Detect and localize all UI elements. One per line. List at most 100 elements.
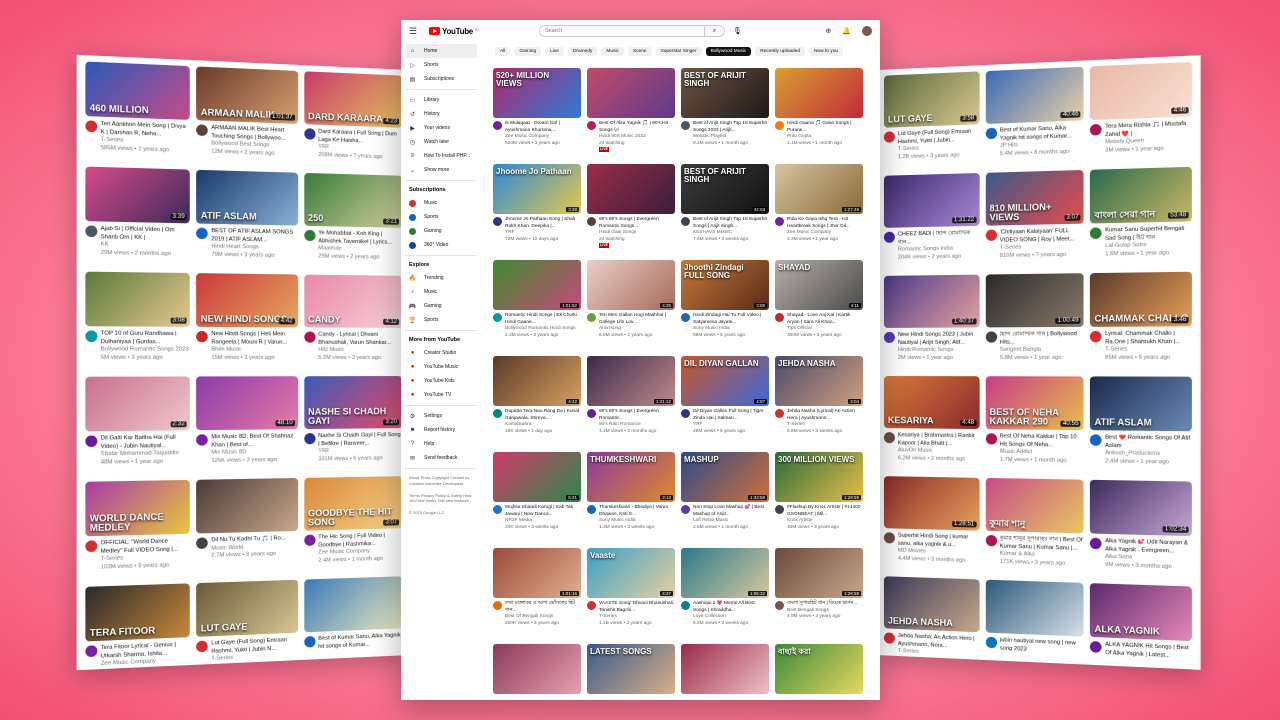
channel-avatar[interactable] [775, 313, 784, 322]
sidebar-item-help[interactable]: ? Help [405, 437, 477, 451]
video-title[interactable]: Best of Arijit Singh Top 10 Superhit Son… [693, 121, 769, 134]
channel-avatar[interactable] [587, 121, 596, 130]
channel-avatar[interactable] [493, 121, 502, 130]
channel-avatar[interactable] [493, 313, 502, 322]
video-card[interactable]: বাছাই করা [775, 644, 863, 700]
video-card[interactable] [681, 644, 769, 700]
channel-name[interactable]: Zee Music Company [505, 134, 581, 141]
video-title[interactable]: Best Of Alka Yagnik 🎵 | 90's Hit Songs 🎶 [599, 121, 675, 134]
video-card[interactable]: 4:42 Dupatta Tera Nau Rang Da | Kunal Gan… [493, 356, 581, 443]
channel-avatar[interactable] [493, 217, 502, 226]
video-card[interactable]: DIL DIYAN GALLAN 4:07 Dil Diyan Gallan Ful… [681, 356, 769, 443]
sidebar-item-trending[interactable]: 🔥 Trending [405, 271, 477, 285]
video-card[interactable]: 1:01:16 লতা মঙ্গেশকর ও আশা ভোঁসলের হিট গা… [493, 548, 581, 635]
avatar[interactable] [862, 26, 872, 36]
channel-name[interactable]: Lofi Relax Music [693, 518, 769, 525]
channel-avatar[interactable] [493, 409, 502, 418]
video-title[interactable]: Dil Diyan Gallan Full Song | Tiger Zinda… [693, 409, 769, 422]
video-thumbnail[interactable]: 1:01:52 [493, 260, 581, 310]
video-title[interactable]: Ik Mulaqaat - Dream Girl | Ayushmann Khu… [505, 121, 581, 134]
video-title[interactable]: Non Stop Love Mashup 💕 | Best Mashup of … [693, 505, 769, 518]
menu-icon[interactable]: ☰ [409, 26, 423, 37]
video-thumbnail[interactable]: 1:26:59 [775, 548, 863, 598]
chip-superstar-singer[interactable]: Superstar Singer [655, 46, 702, 56]
video-card[interactable]: 1:27:49 Rula Ke Gaya Ishq Tera - Hit Hear… [775, 164, 863, 251]
video-thumbnail[interactable]: 4:42 [493, 356, 581, 406]
video-title[interactable]: Dupatta Tera Nau Rang Da | Kunal Ganjawa… [505, 409, 581, 422]
channel-avatar[interactable] [587, 601, 596, 610]
chip-gaming[interactable]: Gaming [514, 46, 542, 56]
sidebar-item-send-feedback[interactable]: ✉ Send feedback [405, 451, 477, 465]
video-title[interactable]: 90's 80's Songs | Evergreen Romantic Son… [599, 217, 675, 230]
video-thumbnail[interactable]: 4:25 [587, 260, 675, 310]
video-card[interactable]: SHAYAD 4:11 Shayad - Love Aaj Kal | Kartik… [775, 260, 863, 347]
channel-avatar[interactable] [775, 121, 784, 130]
sidebar-item-settings[interactable]: ⚙ Settings [405, 409, 477, 423]
video-thumbnail[interactable]: DIL DIYAN GALLAN 4:07 [681, 356, 769, 406]
channel-avatar[interactable] [587, 505, 596, 514]
video-title[interactable]: বাংলা সুপারহিট গান | রিমেক ভার্সন... [787, 601, 857, 608]
channel-name[interactable]: YRF [693, 422, 769, 429]
video-card[interactable]: Hindi Gaana 🎵 Gane Songs | Purane... Prit… [775, 68, 863, 155]
video-title[interactable]: লতা মঙ্গেশকর ও আশা ভোঁসলের হিট গান... [505, 601, 581, 614]
video-card[interactable]: 1:21:12 90's 80's Songs | Evergreen Roman… [587, 356, 675, 443]
video-thumbnail[interactable] [587, 68, 675, 118]
video-card[interactable]: BEST OF ARIJIT SINGH Best of Arijit Singh… [681, 68, 769, 155]
sidebar-item-history[interactable]: ↺ History [405, 107, 477, 121]
video-title[interactable]: Jehda Nasha (Lyrical) An Action Hero | A… [787, 409, 863, 422]
video-card[interactable]: BEST OF ARIJIT SINGH 42:03 Best of Arijit … [681, 164, 769, 251]
video-card[interactable]: 1:01:52 Romantic Hindi Songs | Ek Chutki … [493, 260, 581, 347]
video-thumbnail[interactable]: THUMKESHWARI 3:13 [587, 452, 675, 502]
video-thumbnail[interactable]: JEHDA NASHA 3:04 [775, 356, 863, 406]
channel-name[interactable]: Bollywood Romantic Hindi Songs [505, 326, 581, 333]
chip-scene[interactable]: Scene [627, 46, 652, 56]
video-title[interactable]: VAASTE Song: Dhvani Bhanushali, Tanishk … [599, 601, 675, 614]
sidebar-item-home[interactable]: ⌂ Home [405, 44, 477, 58]
sidebar-item-sports[interactable]: Sports [405, 210, 477, 224]
video-card[interactable]: JEHDA NASHA 3:04 Jehda Nasha (Lyrical) An … [775, 356, 863, 443]
video-card[interactable]: 90's 80's Songs | Evergreen Romantic Son… [587, 164, 675, 251]
chip-recently-uploaded[interactable]: Recently uploaded [755, 46, 806, 56]
channel-avatar[interactable] [493, 601, 502, 610]
channel-name[interactable]: 90's Rain Romance [599, 422, 675, 429]
video-thumbnail[interactable]: BEST OF ARIJIT SINGH [681, 68, 769, 118]
sidebar-item-youtube-tv[interactable]: ● YouTube TV [405, 388, 477, 402]
video-title[interactable]: Shayad - Love Aaj Kal | Kartik Aryan | S… [787, 313, 863, 326]
chip-music[interactable]: Music [601, 46, 624, 56]
sidebar-item-creator-studio[interactable]: ● Creator Studio [405, 346, 477, 360]
video-title[interactable]: Teri Meri Gallan Hogi Mashhur | College … [599, 313, 675, 326]
channel-name[interactable]: YRF [505, 230, 581, 237]
channel-name[interactable]: Pritu Gupta [787, 134, 863, 141]
video-thumbnail[interactable]: বাছাই করা [775, 644, 863, 694]
sidebar-item-library[interactable]: ▭ Library [405, 93, 477, 107]
video-card[interactable]: Jhoothi Zindagi FULL SONG 3:08 Hindi Zinda… [681, 260, 769, 347]
video-thumbnail[interactable]: 1:01:16 [493, 548, 581, 598]
video-title[interactable]: #Flashup By Knox Artiste | #14400 GSONBE… [787, 505, 863, 518]
channel-name[interactable]: T-Series [599, 614, 675, 621]
channel-name[interactable]: Knox Artiste [787, 518, 863, 525]
sidebar-item-watch-later[interactable]: ◷ Watch later [405, 135, 477, 149]
video-title[interactable]: Hindi Gaana 🎵 Gane Songs | Purane... [787, 121, 863, 134]
chip-bollywood-music[interactable]: Bollywood Music [705, 46, 752, 56]
channel-avatar[interactable] [775, 217, 784, 226]
video-card[interactable]: 300 MILLION VIEWS 1:28:59 #Flashup By Knox… [775, 452, 863, 539]
sidebar-item-sports[interactable]: 🏆 Sports [405, 313, 477, 327]
channel-name[interactable]: Melodic Playlist [693, 134, 769, 141]
sidebar-item-youtube-kids[interactable]: ● YouTube Kids [405, 374, 477, 388]
channel-name[interactable]: Sony Music India [599, 518, 675, 525]
channel-name[interactable]: Sony Music India [693, 326, 769, 333]
video-thumbnail[interactable]: 1:27:49 [775, 164, 863, 214]
video-thumbnail[interactable]: Jhoome Jo Pathaan 3:28 [493, 164, 581, 214]
search-input[interactable] [539, 26, 704, 36]
video-title[interactable]: Hindi Zindagi Hai Tu Full Video | Satyam… [693, 313, 769, 326]
channel-avatar[interactable] [587, 313, 596, 322]
channel-name[interactable]: Best Of Bengali Songs [505, 614, 581, 621]
video-card[interactable]: 1:26:59 বাংলা সুপারহিট গান | রিমেক ভার্সন… [775, 548, 863, 635]
video-card[interactable]: MASHUP 1:33:58 Non Stop Love Mashup 💕 | Be… [681, 452, 769, 539]
video-thumbnail[interactable]: 1:21:12 [587, 356, 675, 406]
channel-avatar[interactable] [681, 601, 690, 610]
video-title[interactable]: Mujhse Shaadi Karogi | Kab Tak Jawani | … [505, 505, 581, 518]
sidebar-item-gaming[interactable]: 🎮 Gaming [405, 299, 477, 313]
channel-avatar[interactable] [681, 121, 690, 130]
channel-name[interactable]: KESHAVS MUSIC [693, 230, 769, 237]
